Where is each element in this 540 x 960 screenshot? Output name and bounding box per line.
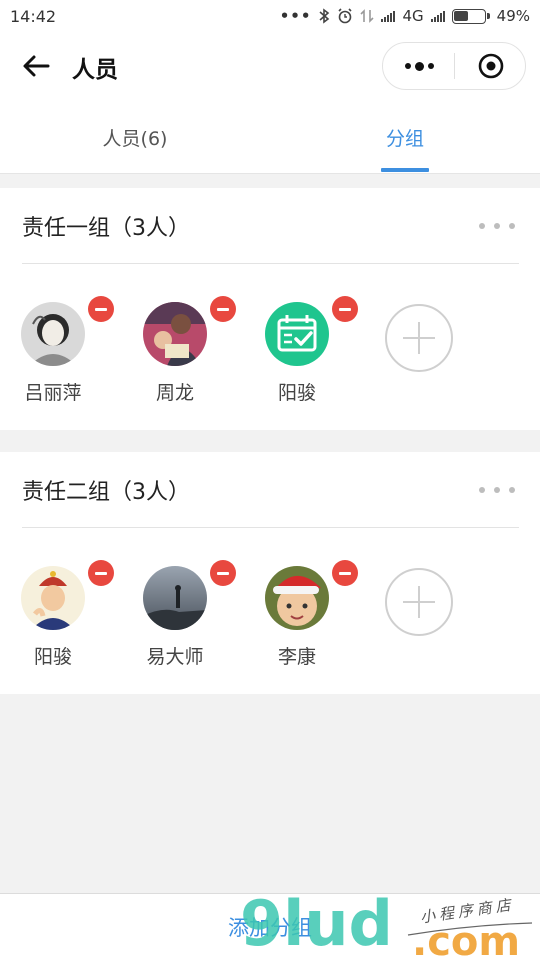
page-title: 人员 xyxy=(72,57,118,83)
member-item: 易大师 xyxy=(132,560,242,706)
member-name: 易大师 xyxy=(146,646,204,668)
group-header: 责任二组（3人） xyxy=(22,452,519,528)
capsule-more-button[interactable] xyxy=(383,43,455,89)
member-item: 阳骏 xyxy=(254,296,364,442)
member-item: 李康 xyxy=(254,560,364,706)
data-transfer-icon xyxy=(360,9,375,23)
remove-member-button[interactable] xyxy=(210,560,236,586)
battery-icon xyxy=(451,8,490,24)
member-name: 阳骏 xyxy=(277,382,316,404)
group-card-1: 责任一组（3人） 吕丽萍 周龙 阳骏 xyxy=(0,188,540,430)
signal-icon xyxy=(381,10,396,22)
member-name: 吕丽萍 xyxy=(24,382,82,404)
remove-member-button[interactable] xyxy=(332,296,358,322)
tab-bar: 人员(6) 分组 xyxy=(0,100,540,174)
tab-people[interactable]: 人员(6) xyxy=(0,100,270,174)
status-time: 14:42 xyxy=(10,6,57,26)
add-group-button[interactable]: 添加分组 xyxy=(0,894,540,960)
add-member-button[interactable] xyxy=(385,304,453,372)
member-name: 阳骏 xyxy=(33,646,72,668)
avatar-photo-baby-santa-hat[interactable] xyxy=(265,566,329,630)
group-header: 责任一组（3人） xyxy=(22,188,519,264)
remove-member-button[interactable] xyxy=(210,296,236,322)
back-arrow-icon xyxy=(23,55,50,77)
avatar-photo-silhouette[interactable] xyxy=(143,566,207,630)
remove-member-button[interactable] xyxy=(88,296,114,322)
member-name: 李康 xyxy=(277,646,316,668)
group-more-button[interactable] xyxy=(479,216,515,236)
member-item: 周龙 xyxy=(132,296,242,442)
dot-icon xyxy=(404,63,411,69)
target-close-icon xyxy=(478,53,504,79)
avatar-photo-man-reading[interactable] xyxy=(143,302,207,366)
remove-member-button[interactable] xyxy=(332,560,358,586)
member-item: 阳骏 xyxy=(10,560,120,706)
calendar-check-icon[interactable] xyxy=(265,302,329,366)
bluetooth-icon xyxy=(319,8,330,24)
battery-percent: 49% xyxy=(496,7,530,25)
network-type: 4G xyxy=(402,7,424,25)
capsule-close-button[interactable] xyxy=(455,43,527,89)
dot-icon xyxy=(427,63,434,69)
navigation-bar: 人员 xyxy=(0,32,540,100)
alarm-icon xyxy=(338,8,353,24)
miniprogram-capsule xyxy=(382,42,526,90)
status-icons: ••• 4G 49% xyxy=(280,7,530,25)
back-button[interactable] xyxy=(18,48,54,84)
status-bar: 14:42 ••• 4G 49% xyxy=(0,0,540,32)
group-card-2: 责任二组（3人） 阳骏 易大师 李康 xyxy=(0,452,540,694)
signal-icon-2 xyxy=(430,10,445,22)
active-tab-indicator xyxy=(381,168,429,172)
remove-member-button[interactable] xyxy=(88,560,114,586)
group-more-button[interactable] xyxy=(479,480,515,500)
add-member-button[interactable] xyxy=(385,568,453,636)
avatar-photo-girl[interactable] xyxy=(21,302,85,366)
group-title: 责任二组（3人） xyxy=(22,480,190,505)
dot-icon xyxy=(414,61,424,71)
member-name: 周龙 xyxy=(155,382,194,404)
group-title: 责任一组（3人） xyxy=(22,216,190,241)
bottom-bar: 添加分组 xyxy=(0,893,540,960)
more-dots-icon: ••• xyxy=(279,7,312,25)
tab-groups[interactable]: 分组 xyxy=(270,100,540,174)
member-item: 吕丽萍 xyxy=(10,296,120,442)
avatar-cartoon-portrait[interactable] xyxy=(21,566,85,630)
